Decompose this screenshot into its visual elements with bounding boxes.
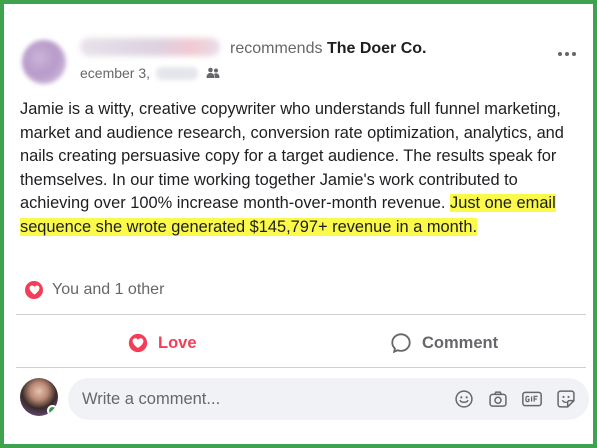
comment-label: Comment <box>422 333 499 352</box>
author-name-obscured[interactable] <box>80 38 220 56</box>
date-year-obscured <box>156 66 199 80</box>
gif-icon[interactable] <box>521 388 543 410</box>
comment-icon <box>391 333 411 354</box>
recommendation-line: recommends The Doer Co. <box>230 40 427 58</box>
camera-icon[interactable] <box>487 388 509 410</box>
composer-tools <box>453 378 577 420</box>
post-header: recommends The Doer Co. ecember 3, <box>16 32 586 92</box>
more-options-icon[interactable] <box>558 52 576 56</box>
author-avatar[interactable] <box>22 40 66 84</box>
love-heart-icon <box>128 333 148 353</box>
divider-top <box>16 314 586 315</box>
post-meta: ecember 3, <box>80 65 220 81</box>
reactions-summary[interactable]: You and 1 other <box>24 280 164 300</box>
comment-button[interactable]: Comment <box>390 324 498 362</box>
love-label: Love <box>158 333 197 352</box>
reactions-count-text: You and 1 other <box>52 281 165 298</box>
divider-bottom <box>16 367 586 368</box>
post-body: Jamie is a witty, creative copywriter wh… <box>20 98 588 239</box>
post-date[interactable]: ecember 3, <box>80 65 150 81</box>
sticker-icon[interactable] <box>555 388 577 410</box>
page-name-link[interactable]: The Doer Co. <box>327 40 427 57</box>
friends-icon <box>206 67 220 79</box>
heart-icon <box>24 280 44 300</box>
emoji-icon[interactable] <box>453 388 475 410</box>
online-status-badge <box>47 405 58 416</box>
current-user-avatar[interactable] <box>20 378 58 416</box>
comment-input[interactable]: Write a comment... <box>68 378 589 420</box>
post-card-frame: recommends The Doer Co. ecember 3, Jamie… <box>0 0 597 448</box>
love-button[interactable]: Love <box>128 324 197 362</box>
comment-placeholder: Write a comment... <box>82 389 221 408</box>
recommends-text: recommends <box>230 40 323 57</box>
